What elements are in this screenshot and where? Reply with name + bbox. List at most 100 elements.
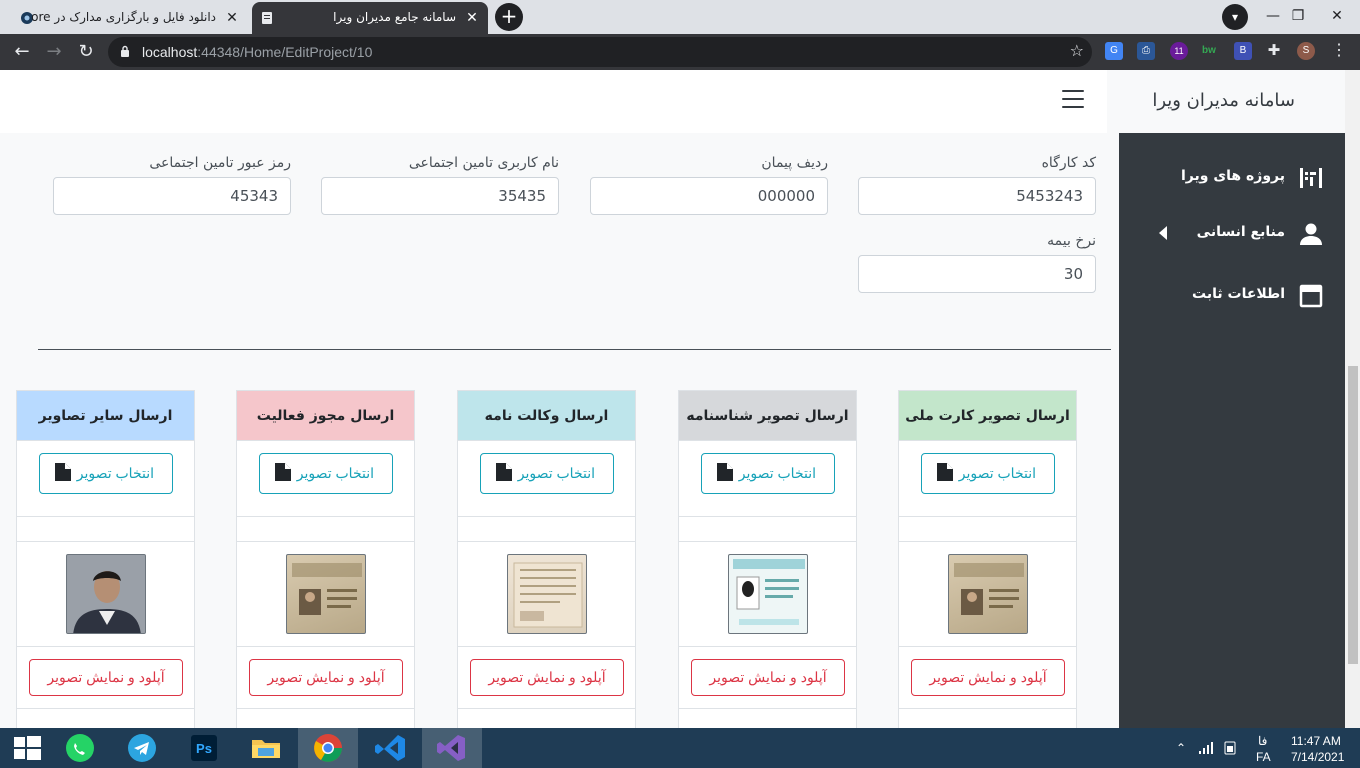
extensions-puzzle-icon[interactable]: ✚ [1265,42,1283,60]
browser-tab-active[interactable]: سامانه جامع مدیران ویرا ✕ [252,2,488,34]
close-window-button[interactable]: ✕ [1314,0,1360,32]
windows-taskbar: Ps ⌃ فا FA 11:47 AM 7/14/2021 [0,728,1360,768]
ss-username-input[interactable] [321,177,559,215]
card-title: ارسال مجوز فعالیت [237,391,414,441]
sidebar-item-human-resources[interactable]: منابع انسانی [1119,214,1345,254]
forward-arrow-icon[interactable]: → [42,40,66,64]
bw-extension-icon[interactable]: bw [1200,42,1218,60]
extension-badge-count: 11 [1174,46,1184,56]
choose-image-button[interactable]: انتخاب تصویر [259,453,393,494]
choose-image-button[interactable]: انتخاب تصویر [701,453,835,494]
visual-studio-icon[interactable] [422,728,482,768]
bookmark-star-icon[interactable]: ☆ [1070,41,1084,60]
upload-show-button[interactable]: آپلود و نمایش تصویر [249,659,403,696]
ss-password-input[interactable] [53,177,291,215]
birth-certificate-thumbnail[interactable] [728,554,808,634]
file-icon [937,463,953,481]
sidebar-item-label: اطلاعات ثابت [1192,286,1285,302]
document-icon [262,12,272,24]
power-of-attorney-thumbnail[interactable] [507,554,587,634]
tray-chevron-icon[interactable]: ⌃ [1176,741,1186,755]
caret-left-icon [1159,226,1167,240]
upload-show-button[interactable]: آپلود و نمایش تصویر [911,659,1065,696]
tab-title: دانلود فایل و بارگزاری مدارک در ore [31,10,216,24]
hamburger-menu-icon[interactable] [1062,90,1084,110]
photoshop-logo: Ps [191,735,217,761]
ss-password-label: رمز عبور تامین اجتماعی [149,155,291,171]
workshop-code-input[interactable] [858,177,1096,215]
contract-row-label: ردیف پیمان [761,155,828,171]
keyboard-layout-short[interactable]: فا [1258,734,1267,748]
choose-image-label: انتخاب تصویر [296,465,374,481]
file-explorer-icon[interactable] [236,728,296,768]
folder-logo [252,740,280,758]
chrome-icon[interactable] [298,728,358,768]
clock-time[interactable]: 11:47 AM [1291,734,1341,748]
b-extension-icon[interactable]: B [1234,42,1252,60]
activity-license-thumbnail[interactable] [286,554,366,634]
upload-show-button[interactable]: آپلود و نمایش تصویر [691,659,845,696]
person-photo [67,555,145,633]
brand-title[interactable]: سامانه مدیران ویرا [1152,90,1295,111]
tab-close-icon[interactable]: ✕ [224,10,240,26]
sidebar-item-fixed-info[interactable]: اطلاعات ثابت [1119,276,1345,316]
reload-icon[interactable]: ↻ [74,40,98,64]
choose-image-label: انتخاب تصویر [958,465,1036,481]
project-icon [1300,168,1322,188]
address-bar[interactable]: localhost:44348/Home/EditProject/10 ☆ [108,37,1092,67]
keyboard-layout[interactable]: FA [1256,750,1271,764]
upload-card-activity-license: ارسال مجوز فعالیت انتخاب تصویر آپلود و ن… [236,390,415,728]
chrome-logo [314,734,342,762]
photoshop-icon[interactable]: Ps [174,728,234,768]
sidebar-item-label: پروژه های ویرا [1180,168,1285,184]
contract-row-input[interactable] [590,177,828,215]
choose-image-label: انتخاب تصویر [76,465,154,481]
network-icon[interactable] [1198,741,1214,755]
upload-card-power-of-attorney: ارسال وکالت نامه انتخاب تصویر آپلود و نم… [457,390,636,728]
file-icon [275,463,291,481]
choose-image-button[interactable]: انتخاب تصویر [480,453,614,494]
lock-icon [121,45,129,57]
tab-close-icon[interactable]: ✕ [464,10,480,26]
page-scrollbar[interactable] [1345,70,1360,728]
insurance-rate-input[interactable] [858,255,1096,293]
telegram-icon[interactable] [112,728,172,768]
choose-image-button[interactable]: انتخاب تصویر [39,453,173,494]
upload-show-button[interactable]: آپلود و نمایش تصویر [470,659,624,696]
browser-menu-icon[interactable]: ⋮ [1330,42,1348,60]
profile-avatar[interactable]: S [1297,42,1315,60]
clock-date[interactable]: 7/14/2021 [1291,750,1344,764]
battery-icon[interactable] [1222,740,1238,756]
choose-image-button[interactable]: انتخاب تصویر [921,453,1055,494]
upload-show-button[interactable]: آپلود و نمایش تصویر [29,659,183,696]
document-image [292,563,362,615]
other-image-thumbnail[interactable] [66,554,146,634]
national-id-thumbnail[interactable] [948,554,1028,634]
printer-extension-icon[interactable]: ⎙ [1137,42,1155,60]
sidebar: سامانه مدیران ویرا پروژه های ویرا منابع … [1107,70,1345,728]
back-arrow-icon[interactable]: ← [10,40,34,64]
web-page: سامانه مدیران ویرا پروژه های ویرا منابع … [0,70,1345,728]
browser-tab[interactable]: دانلود فایل و بارگزاری مدارک در ore ✕ [8,2,248,34]
ss-username-label: نام کاربری تامین اجتماعی [408,155,559,171]
translate-extension-icon[interactable]: G [1105,42,1123,60]
tab-search-icon[interactable]: ▾ [1222,4,1248,30]
upload-card-other-images: ارسال سایر تصاویر انتخاب تصویر آپلود و ن… [16,390,195,728]
vscode-icon[interactable] [360,728,420,768]
whatsapp-icon[interactable] [50,728,110,768]
browser-toolbar: ← → ↻ localhost:44348/Home/EditProject/1… [0,34,1360,70]
extension-badge-icon[interactable]: 11 [1170,42,1188,60]
telegram-logo [128,734,156,762]
document-image [733,559,805,625]
new-tab-button[interactable]: + [495,3,523,31]
url-text: localhost:44348/Home/EditProject/10 [142,44,372,60]
brand-bar: سامانه مدیران ویرا [1107,70,1345,133]
browser-tab-strip: دانلود فایل و بارگزاری مدارک در ore ✕ سا… [0,0,1360,34]
file-icon [55,463,71,481]
choose-image-label: انتخاب تصویر [738,465,816,481]
scrollbar-thumb[interactable] [1348,366,1358,664]
whatsapp-logo [66,734,94,762]
sidebar-item-projects[interactable]: پروژه های ویرا [1119,158,1345,198]
vscode-logo [375,735,405,761]
card-title: ارسال سایر تصاویر [17,391,194,441]
